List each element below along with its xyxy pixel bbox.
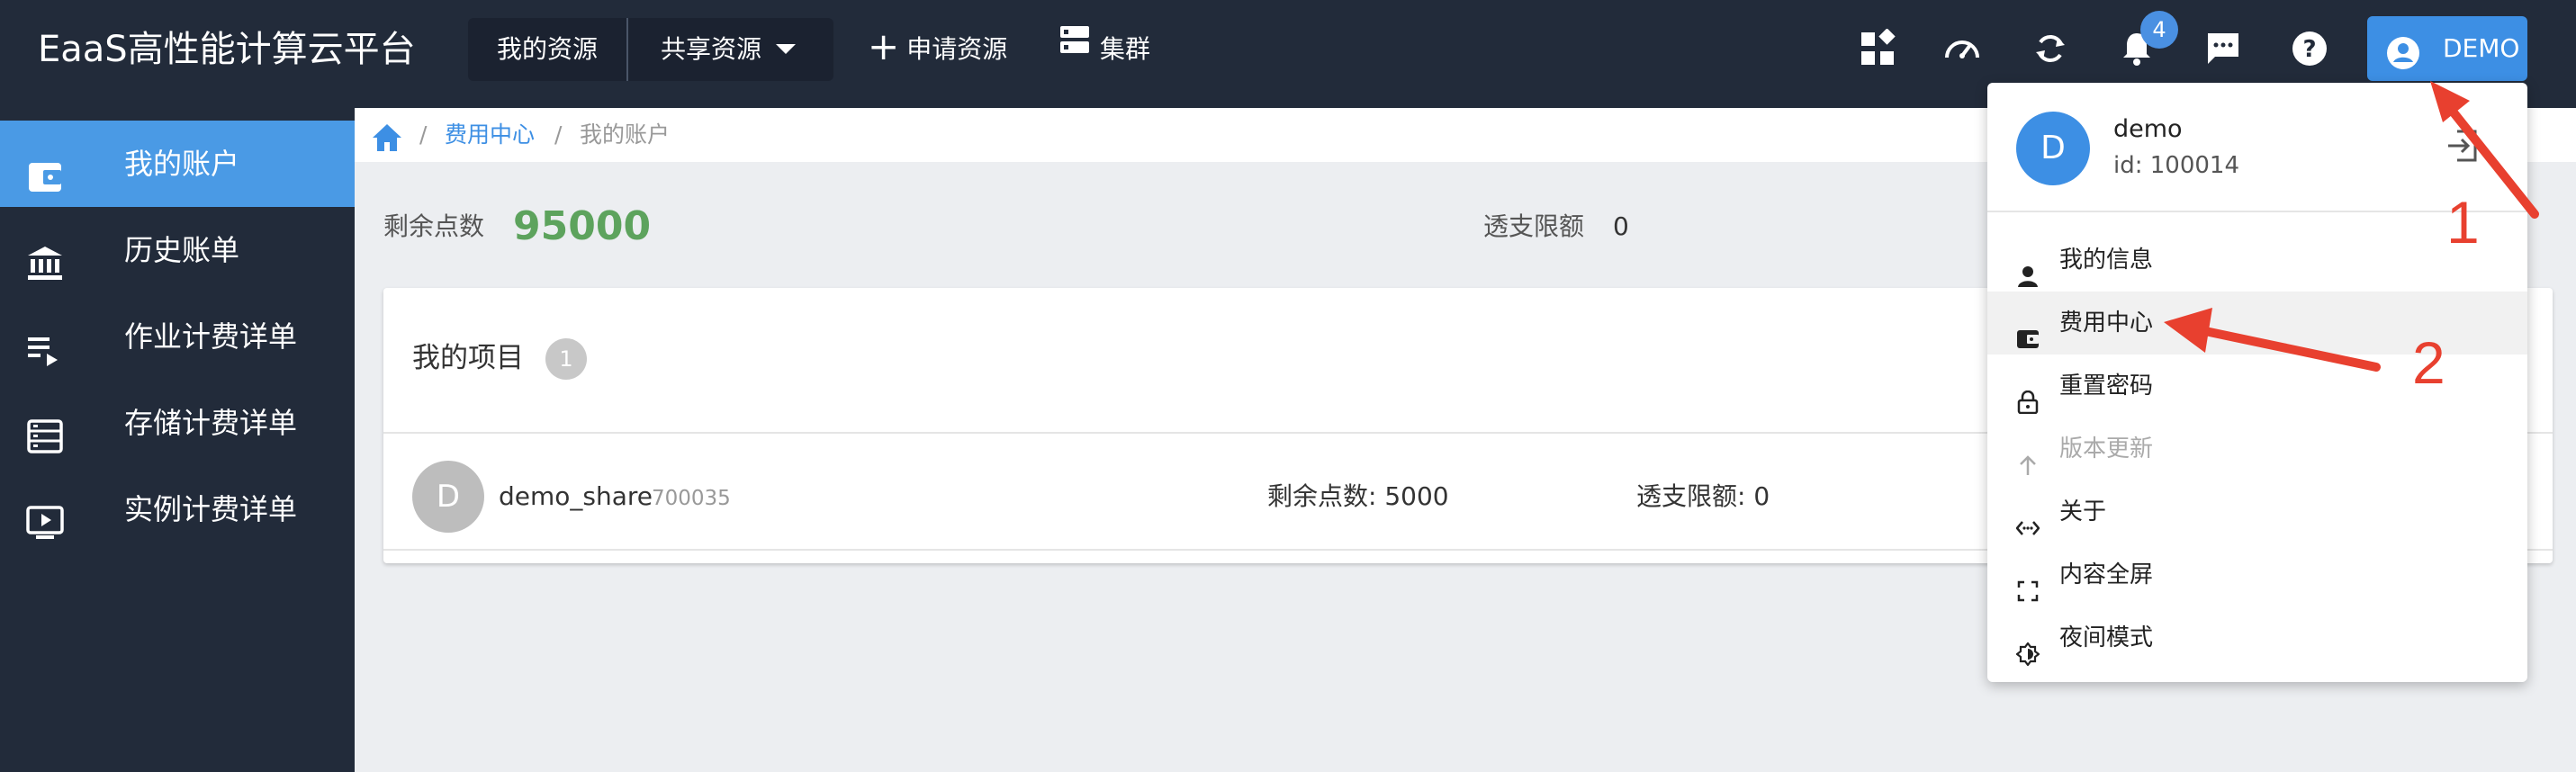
breadcrumb-current: 我的账户 (580, 121, 671, 148)
sidebar-item-label: 存储计费详单 (124, 406, 298, 440)
sidebar-item-job-billing[interactable]: 作业计费详单 (0, 293, 355, 380)
widgets-icon[interactable] (1858, 28, 1897, 68)
sidebar-item-label: 实例计费详单 (124, 492, 298, 526)
cluster-button[interactable]: 集群 (1058, 18, 1150, 81)
breadcrumb-separator: / (554, 121, 563, 148)
projects-count-badge: 1 (545, 338, 587, 380)
menu-item-cost-center[interactable]: 费用中心 (1987, 292, 2527, 355)
server-icon (1058, 16, 1091, 79)
sidebar-item-label: 作业计费详单 (124, 319, 298, 354)
user-label: DEMO (2443, 33, 2520, 63)
breadcrumb-link-cost-center[interactable]: 费用中心 (445, 108, 535, 162)
sidebar-item-history-bills[interactable]: 历史账单 (0, 207, 355, 293)
menu-item-label: 夜间模式 (2059, 624, 2154, 651)
arrow-up-icon (2016, 438, 2040, 475)
breadcrumb-separator: / (419, 121, 428, 148)
notification-badge: 4 (2140, 11, 2178, 49)
menu-item-night-mode[interactable]: 夜间模式 (1987, 606, 2527, 669)
menu-item-about[interactable]: 关于 (1987, 480, 2527, 543)
annotation-label-2: 2 (2412, 329, 2445, 396)
cluster-label: 集群 (1100, 34, 1151, 64)
avatar: D (2016, 112, 2090, 185)
sidebar: 我的账户 历史账单 作业计费详单 存储计费详单 实例计费详单 (0, 108, 355, 772)
person-icon (2016, 249, 2040, 287)
user-dropdown-menu: D demo id: 100014 我的信息 费用中心 重置密码 版本更新 关于 (1987, 83, 2527, 682)
code-icon (2015, 501, 2040, 535)
sync-icon[interactable] (2031, 29, 2070, 68)
storage-list-icon (25, 403, 65, 453)
menu-item-label: 内容全屏 (2059, 561, 2154, 588)
svg-text:?: ? (2302, 36, 2316, 63)
menu-item-label: 重置密码 (2059, 373, 2154, 399)
home-icon[interactable] (371, 119, 403, 173)
apply-resources-label: 申请资源 (906, 34, 1008, 64)
annotation-label-1: 1 (2446, 189, 2480, 256)
message-icon[interactable] (2203, 29, 2243, 68)
project-overdraft-limit: 透支限额: 0 (1636, 481, 1770, 511)
menu-item-label: 版本更新 (2059, 435, 2154, 462)
speedometer-icon[interactable] (1942, 29, 1982, 68)
caret-down-icon (776, 43, 797, 54)
menu-item-reset-password[interactable]: 重置密码 (1987, 355, 2527, 417)
menu-item-version-update[interactable]: 版本更新 (1987, 417, 2527, 480)
plus-icon: + (868, 24, 900, 68)
app-title[interactable]: EaaS高性能计算云平台 (38, 27, 416, 72)
remaining-points-label: 剩余点数 (383, 211, 485, 241)
project-remaining-points: 剩余点数: 5000 (1267, 481, 1449, 511)
overdraft-limit-value: 0 (1613, 211, 1629, 241)
wallet-icon (25, 144, 65, 192)
my-resources-button[interactable]: 我的资源 (497, 18, 598, 81)
bank-icon (25, 230, 65, 280)
help-icon[interactable]: ? (2290, 29, 2329, 68)
menu-item-label: 关于 (2059, 498, 2107, 525)
monitor-play-icon (25, 489, 65, 539)
user-name: demo (2113, 115, 2183, 143)
overdraft-limit-label: 透支限额 (1483, 211, 1585, 241)
wallet-icon (2016, 312, 2040, 348)
sidebar-item-my-account[interactable]: 我的账户 (0, 121, 355, 207)
lock-icon (2016, 375, 2040, 415)
user-menu-button[interactable]: DEMO (2367, 16, 2527, 81)
sidebar-item-label: 历史账单 (124, 233, 240, 267)
menu-item-fullscreen[interactable]: 内容全屏 (1987, 543, 2527, 606)
projects-title: 我的项目 (412, 342, 524, 374)
fullscreen-icon (2016, 564, 2040, 602)
sidebar-item-label: 我的账户 (124, 147, 240, 181)
sidebar-item-storage-billing[interactable]: 存储计费详单 (0, 380, 355, 466)
resource-nav-group: 我的资源 共享资源 (468, 18, 833, 81)
apply-resources-button[interactable]: + 申请资源 (868, 18, 1007, 81)
project-name: demo_share (499, 481, 653, 511)
remaining-points-value: 95000 (513, 203, 652, 249)
logout-icon[interactable] (2445, 128, 2481, 167)
menu-item-label: 费用中心 (2059, 310, 2154, 337)
avatar: D (412, 461, 484, 533)
project-id: 700035 (652, 487, 731, 510)
sidebar-item-instance-billing[interactable]: 实例计费详单 (0, 466, 355, 552)
user-id: id: 100014 (2113, 152, 2240, 179)
menu-item-label: 我的信息 (2059, 247, 2154, 274)
nav-divider (626, 18, 628, 81)
playlist-play-icon (25, 317, 65, 366)
theme-icon (2015, 627, 2040, 667)
shared-resources-dropdown[interactable]: 共享资源 (661, 18, 797, 81)
shared-resources-label: 共享资源 (661, 34, 762, 64)
